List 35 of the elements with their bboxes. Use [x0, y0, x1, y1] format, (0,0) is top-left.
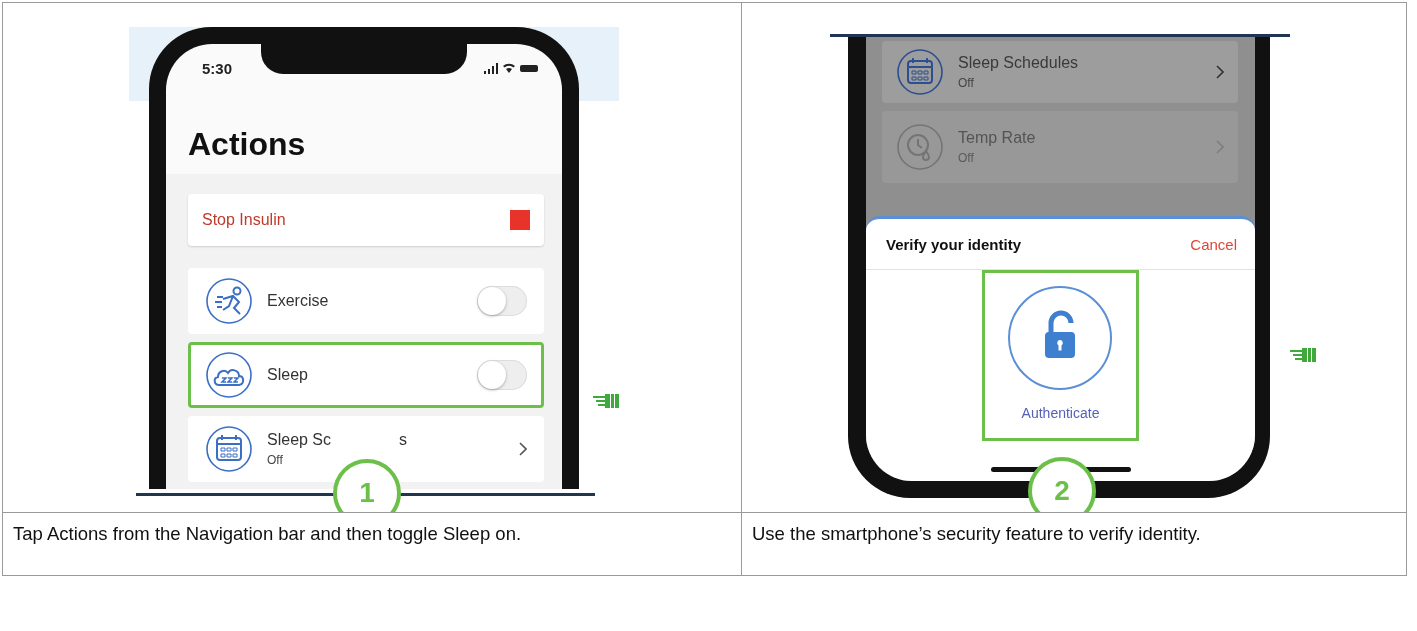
row-label: Sleep Sc: [267, 431, 332, 449]
toggle-switch[interactable]: [477, 286, 527, 316]
action-row[interactable]: Exercise: [188, 268, 544, 334]
runner-icon: [205, 277, 253, 325]
step-caption: Tap Actions from the Navigation bar and then toggle Sleep on.: [12, 522, 523, 546]
pointing-hand-icon: [593, 393, 619, 409]
calendar-icon: [205, 425, 253, 473]
row-label: Temp Rate: [958, 129, 1037, 147]
chevron-icon: [1216, 65, 1224, 79]
clock-icon: [896, 123, 944, 171]
row-subtitle: Off: [267, 453, 284, 467]
sleep-cloud-icon: [205, 351, 253, 399]
stop-icon: [510, 210, 530, 230]
calendar-icon: [896, 48, 944, 96]
authenticate-button[interactable]: Authenticate: [982, 270, 1139, 441]
lock-icon: [1006, 285, 1115, 393]
chevron-icon: [1216, 140, 1224, 154]
stop-insulin-button[interactable]: Stop Insulin: [188, 194, 544, 246]
row-label: Sleep: [267, 366, 309, 384]
step-caption: Use the smartphone’s security feature to verify identity.: [751, 522, 1202, 546]
screen-title: Actions: [187, 125, 307, 164]
cancel-button[interactable]: Cancel: [1190, 235, 1237, 253]
row-subtitle: Off: [958, 76, 975, 90]
row-label: Exercise: [267, 292, 330, 310]
chevron-icon: [519, 442, 527, 456]
toggle-switch[interactable]: [477, 360, 527, 390]
action-row[interactable]: Sleep: [188, 342, 544, 408]
pointing-hand-icon: [1290, 347, 1316, 363]
status-icons: [484, 62, 540, 74]
action-row[interactable]: Sleep Sc s Off: [188, 416, 544, 482]
row-subtitle: Off: [958, 151, 975, 165]
status-time: 5:30: [202, 59, 233, 77]
row-label: Sleep Schedules: [958, 54, 1080, 72]
sheet-title: Verify your identity: [886, 235, 1022, 253]
row-label: s: [399, 431, 408, 449]
